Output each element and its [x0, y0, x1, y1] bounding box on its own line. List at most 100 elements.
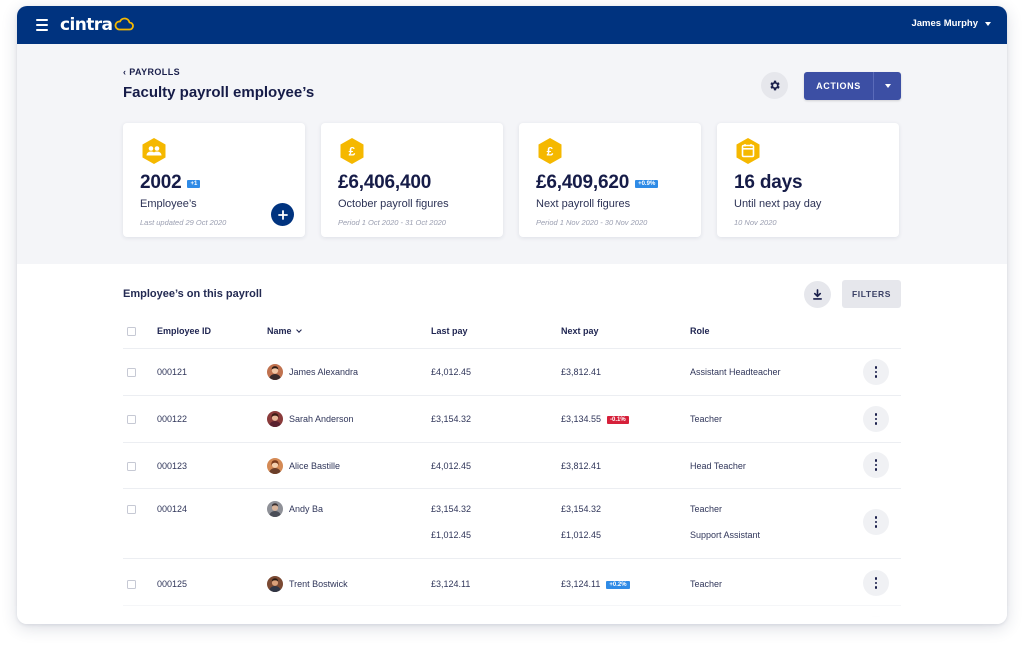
row-checkbox[interactable]: [127, 505, 136, 514]
pound-icon: £: [537, 137, 563, 165]
card-subtext: Period 1 Nov 2020 - 30 Nov 2020: [536, 218, 648, 227]
october-payroll-value: £6,406,400: [338, 172, 432, 193]
brand-name: cintra: [60, 15, 113, 35]
employee-id: 000121: [157, 367, 188, 377]
pound-icon: £: [339, 137, 365, 165]
last-pay: £3,154.32: [431, 414, 472, 424]
scroll-fade: [17, 594, 1007, 624]
employee-id: 000125: [157, 579, 188, 589]
row-actions-button[interactable]: [863, 452, 889, 478]
calendar-icon: [735, 137, 761, 165]
user-name: James Murphy: [911, 18, 978, 29]
employee-id: 000122: [157, 414, 188, 424]
employee-name[interactable]: Trent Bostwick: [289, 579, 348, 589]
download-button[interactable]: [804, 281, 831, 308]
role: Head Teacher: [690, 461, 746, 471]
summary-cards: 2002 +1 Employee’s Last updated 29 Oct 2…: [123, 123, 901, 237]
row-checkbox[interactable]: [127, 415, 136, 424]
role: Assistant Headteacher: [690, 367, 781, 377]
card-label: October payroll figures: [338, 198, 449, 210]
plus-icon: [277, 209, 288, 220]
last-pay: £4,012.45: [431, 461, 472, 471]
next-pay: £3,812.41: [561, 461, 602, 471]
page-header: ‹ PAYROLLS Faculty payroll employee’s AC…: [17, 44, 1007, 264]
role-secondary: Support Assistant: [690, 530, 761, 540]
card-october-payroll: £ £6,406,400 October payroll figures Per…: [321, 123, 503, 237]
next-pay: £3,134.55 -0.1%: [561, 414, 629, 424]
column-name[interactable]: Name: [267, 326, 302, 336]
breadcrumb-payrolls[interactable]: ‹ PAYROLLS: [123, 67, 180, 77]
column-name-label: Name: [267, 326, 292, 336]
select-all-checkbox[interactable]: [127, 327, 136, 336]
table-row[interactable]: 000121 James Alexandra £4,012.45 £3,812.…: [123, 349, 901, 396]
employee-name[interactable]: Alice Bastille: [289, 461, 340, 471]
employee-name[interactable]: Sarah Anderson: [289, 414, 354, 424]
employee-name[interactable]: Andy Ba: [289, 504, 323, 514]
row-checkbox[interactable]: [127, 462, 136, 471]
card-label: Employee’s: [140, 198, 197, 210]
last-pay-secondary: £1,012.45: [431, 530, 472, 540]
column-role[interactable]: Role: [690, 326, 710, 336]
row-actions-button[interactable]: [863, 509, 889, 535]
table-row[interactable]: 000123 Alice Bastille £4,012.45 £3,812.4…: [123, 443, 901, 489]
next-pay: £3,154.32: [561, 504, 602, 514]
card-subtext: Period 1 Oct 2020 - 31 Oct 2020: [338, 218, 446, 227]
employee-id: 000123: [157, 461, 188, 471]
employee-table: Employee ID Name Last pay Next pay Role …: [123, 314, 901, 624]
avatar: [267, 458, 283, 474]
menu-icon[interactable]: [36, 19, 48, 31]
card-label: Next payroll figures: [536, 198, 631, 210]
last-pay: £3,154.32: [431, 504, 472, 514]
user-menu[interactable]: James Murphy: [911, 18, 991, 29]
card-next-pay-day: 16 days Until next pay day 10 Nov 2020: [717, 123, 899, 237]
section-title: Employee’s on this payroll: [123, 288, 262, 300]
row-actions-button[interactable]: [863, 406, 889, 432]
last-pay: £4,012.45: [431, 367, 472, 377]
add-employee-button[interactable]: [271, 203, 294, 226]
employee-name[interactable]: James Alexandra: [289, 367, 358, 377]
column-next-pay[interactable]: Next pay: [561, 326, 599, 336]
next-payroll-value: £6,409,620: [536, 172, 630, 193]
days-until-pay-value: 16 days: [734, 172, 803, 193]
people-icon: [141, 137, 167, 165]
filters-button[interactable]: FILTERS: [842, 280, 901, 308]
card-subtext: 10 Nov 2020: [734, 218, 777, 227]
sort-chevron-icon: [295, 327, 302, 333]
next-pay-value: £3,134.55: [561, 414, 602, 424]
change-badge: +1: [187, 179, 201, 188]
card-employees: 2002 +1 Employee’s Last updated 29 Oct 2…: [123, 123, 305, 237]
column-last-pay[interactable]: Last pay: [431, 326, 468, 336]
cintra-logo[interactable]: cintra: [60, 15, 135, 35]
role: Teacher: [690, 579, 723, 589]
last-pay: £3,124.11: [431, 579, 471, 589]
row-checkbox[interactable]: [127, 368, 136, 377]
actions-button[interactable]: ACTIONS: [804, 72, 873, 100]
employee-count: 2002: [140, 172, 182, 193]
settings-button[interactable]: [761, 72, 788, 99]
table-row[interactable]: 000122 Sarah Anderson £3,154.32 £3,134.5…: [123, 396, 901, 443]
table-row[interactable]: 000124 Andy Ba £3,154.32 £3,154.32 Teach…: [123, 489, 901, 559]
employee-id: 000124: [157, 504, 188, 514]
chevron-down-icon: [985, 21, 991, 26]
row-checkbox[interactable]: [127, 580, 136, 589]
card-next-payroll: £ £6,409,620 +0.9% Next payroll figures …: [519, 123, 701, 237]
pay-change-badge: +0.2%: [606, 581, 630, 589]
change-badge: +0.9%: [635, 179, 659, 188]
next-pay-value: £3,124.11: [561, 579, 601, 589]
page-title: Faculty payroll employee’s: [123, 84, 315, 101]
next-pay: £3,124.11 +0.2%: [561, 579, 630, 589]
actions-dropdown-toggle[interactable]: [873, 72, 901, 100]
table-header: Employee ID Name Last pay Next pay Role: [123, 314, 901, 349]
gear-icon: [770, 80, 780, 91]
app-window: cintra James Murphy ‹ PAYROLLS Faculty p…: [17, 6, 1007, 624]
row-actions-button[interactable]: [863, 570, 889, 596]
svg-text:£: £: [547, 145, 554, 159]
chevron-down-icon: [884, 84, 891, 88]
column-employee-id[interactable]: Employee ID: [157, 326, 211, 336]
avatar: [267, 501, 283, 517]
row-actions-button[interactable]: [863, 359, 889, 385]
cloud-icon: [114, 17, 135, 31]
avatar: [267, 364, 283, 380]
pay-change-badge: -0.1%: [607, 416, 629, 424]
role: Teacher: [690, 504, 723, 514]
